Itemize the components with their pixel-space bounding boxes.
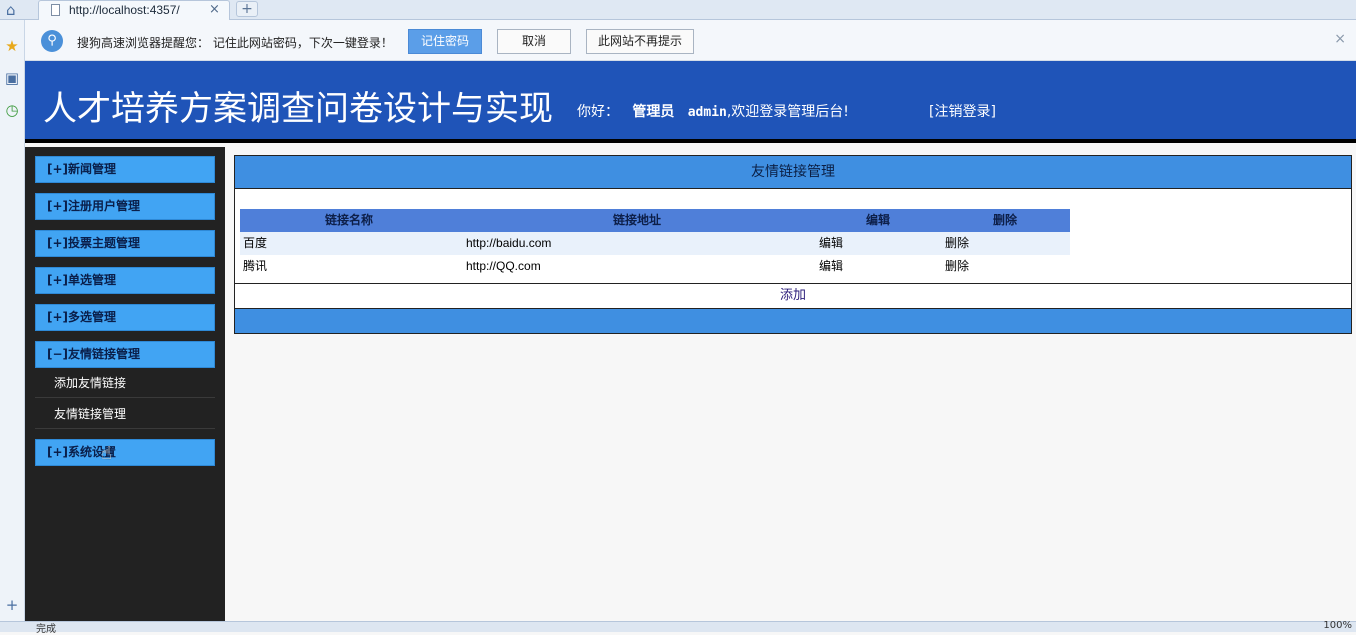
friend-links-table: 链接名称 链接地址 编辑 删除 百度 http://baidu.com 编辑 删…	[240, 209, 1070, 278]
panel-footer	[235, 309, 1351, 333]
browser-status-bar: 完成 100%	[0, 620, 1356, 635]
link-name: 百度	[243, 236, 268, 250]
page-icon	[51, 4, 60, 16]
username: admin	[687, 105, 727, 120]
notification-message: 搜狗高速浏览器提醒您： 记住此网站密码，下次一键登录！	[77, 36, 393, 50]
logout-link[interactable]: [注销登录]	[929, 101, 996, 121]
browser-tab-strip: ⌂ http://localhost:4357/ × +	[0, 0, 1356, 20]
key-icon: ⚲	[41, 30, 63, 52]
link-name: 腾讯	[243, 259, 268, 273]
hand-cursor-icon: ☝	[101, 443, 112, 464]
submenu-add-friend-link[interactable]: 添加友情链接	[35, 368, 215, 398]
menu-vote-topics[interactable]: [+]投票主题管理	[35, 230, 215, 257]
user-role: 管理员	[632, 104, 675, 120]
browser-tab[interactable]: http://localhost:4357/ ×	[38, 0, 230, 20]
menu-friend-links[interactable]: [−]友情链接管理	[35, 341, 215, 368]
friend-links-panel: 友情链接管理 链接名称 链接地址 编辑 删除 百度 http://baidu.c…	[234, 155, 1352, 334]
tab-url: http://localhost:4357/	[69, 3, 180, 17]
table-row: 腾讯 http://QQ.com 编辑 删除	[240, 255, 1070, 278]
table-row: 百度 http://baidu.com 编辑 删除	[240, 232, 1070, 255]
greeting-suffix: ,欢迎登录管理后台!	[726, 104, 849, 120]
column-header-delete: 删除	[993, 213, 1018, 227]
browser-side-rail: ★ ▣ ◷ +	[0, 20, 25, 621]
home-icon[interactable]: ⌂	[6, 1, 26, 19]
delete-link[interactable]: 删除	[945, 232, 969, 254]
add-icon[interactable]: +	[2, 595, 22, 615]
main-content: 友情链接管理 链接名称 链接地址 编辑 删除 百度 http://baidu.c…	[225, 147, 1356, 621]
password-notification-bar: ⚲ 搜狗高速浏览器提醒您： 记住此网站密码，下次一键登录！ 记住密码 取消 此网…	[25, 20, 1356, 61]
remember-password-button[interactable]: 记住密码	[408, 29, 482, 54]
edit-link[interactable]: 编辑	[819, 232, 843, 254]
new-tab-button[interactable]: +	[236, 1, 258, 17]
column-header-url: 链接地址	[613, 213, 662, 227]
edit-link[interactable]: 编辑	[819, 255, 843, 277]
menu-news[interactable]: [+]新闻管理	[35, 156, 215, 183]
history-clock-icon[interactable]: ◷	[2, 100, 22, 120]
close-tab-icon[interactable]: ×	[209, 2, 220, 17]
column-header-name: 链接名称	[325, 213, 374, 227]
link-url: http://QQ.com	[466, 259, 541, 273]
add-link-button[interactable]: 添加	[235, 283, 1351, 309]
submenu-manage-friend-links[interactable]: 友情链接管理	[35, 399, 215, 429]
cancel-button[interactable]: 取消	[497, 29, 571, 54]
panel-title: 友情链接管理	[235, 156, 1351, 189]
menu-multi-choice[interactable]: [+]多选管理	[35, 304, 215, 331]
user-greeting: 你好： 管理员 admin,欢迎登录管理后台!	[577, 101, 849, 121]
close-notification-icon[interactable]: ×	[1334, 31, 1346, 47]
site-title: 人才培养方案调查问卷设计与实现	[43, 89, 553, 129]
delete-link[interactable]: 删除	[945, 255, 969, 277]
zoom-level[interactable]: 100%	[1323, 620, 1352, 631]
star-icon[interactable]: ★	[2, 36, 22, 56]
menu-system-settings[interactable]: [+]系统设置	[35, 439, 215, 466]
status-text: 完成	[36, 624, 56, 635]
column-header-edit: 编辑	[866, 213, 891, 227]
site-header: 人才培养方案调查问卷设计与实现 你好： 管理员 admin,欢迎登录管理后台! …	[25, 61, 1356, 143]
link-url: http://baidu.com	[466, 236, 552, 250]
menu-single-choice[interactable]: [+]单选管理	[35, 267, 215, 294]
sidebar: [+]新闻管理 [+]注册用户管理 [+]投票主题管理 [+]单选管理 [+]多…	[25, 147, 225, 621]
never-prompt-button[interactable]: 此网站不再提示	[586, 29, 694, 54]
menu-registered-users[interactable]: [+]注册用户管理	[35, 193, 215, 220]
greeting-prefix: 你好：	[577, 104, 619, 120]
table-header: 链接名称 链接地址 编辑 删除	[240, 209, 1070, 232]
bookmark-panel-icon[interactable]: ▣	[2, 68, 22, 88]
